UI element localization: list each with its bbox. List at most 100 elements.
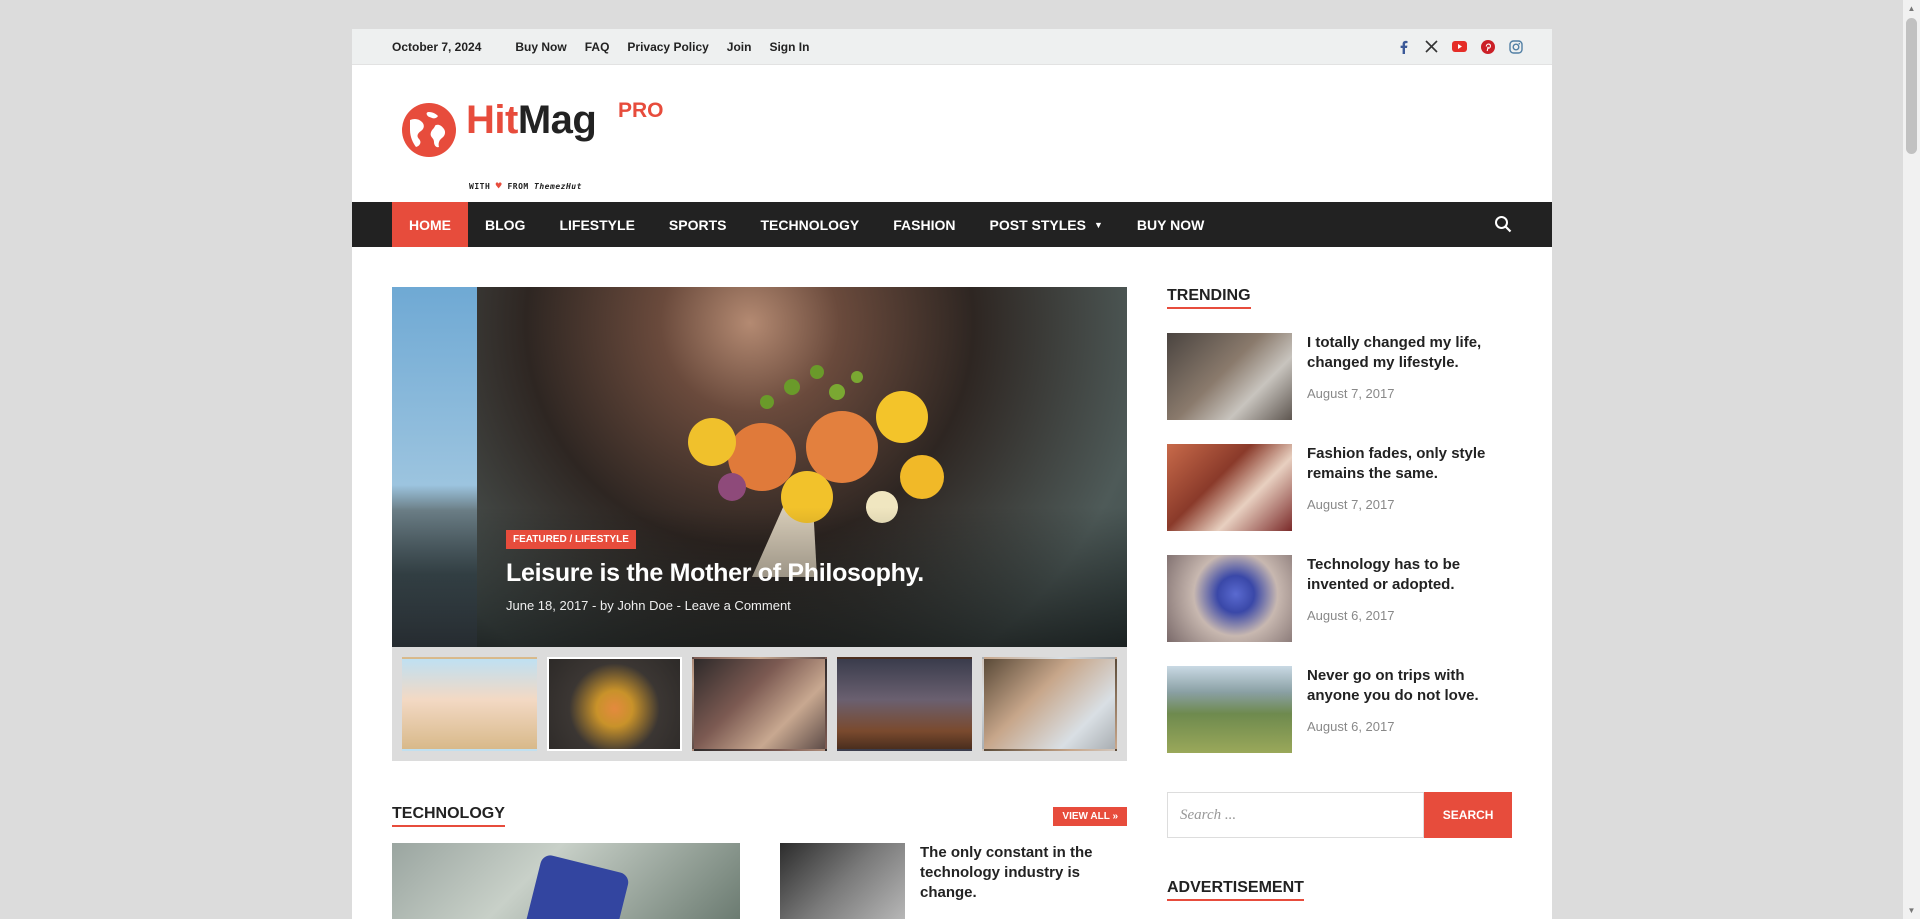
section-title-trending: Trending <box>1167 287 1251 309</box>
nav-label: Lifestyle <box>559 216 635 233</box>
tagline-from: FROM <box>507 182 529 191</box>
pinterest-icon[interactable] <box>1480 39 1495 54</box>
sidebar: Trending I totally changed my life, chan… <box>1167 287 1512 901</box>
top-link-join[interactable]: Join <box>727 40 752 54</box>
nav-item-fashion[interactable]: Fashion <box>876 202 972 247</box>
nav-label: Post Styles <box>989 216 1086 233</box>
trending-item: Technology has to be invented or adopted… <box>1167 555 1512 642</box>
tech-post-thumbnail[interactable] <box>780 843 905 919</box>
trending-text: I totally changed my life, changed my li… <box>1307 333 1512 420</box>
trending-thumbnail[interactable] <box>1167 555 1292 642</box>
scroll-down-icon[interactable]: ▼ <box>1903 902 1920 919</box>
trending-date: August 7, 2017 <box>1307 386 1395 401</box>
caret-down-icon: ▼ <box>1093 219 1103 230</box>
facebook-icon[interactable] <box>1396 39 1411 54</box>
trending-text: Technology has to be invented or adopted… <box>1307 555 1512 642</box>
slider-thumbnail[interactable] <box>692 657 827 751</box>
slide-date[interactable]: June 18, 2017 <box>506 598 588 613</box>
slide-comments-link[interactable]: Leave a Comment <box>685 598 791 613</box>
nav-label: Blog <box>485 216 526 233</box>
top-link-privacy-policy[interactable]: Privacy Policy <box>627 40 708 54</box>
trending-date: August 6, 2017 <box>1307 719 1395 734</box>
search-input[interactable]: Search ... <box>1167 792 1425 838</box>
section-title-technology: Technology <box>392 805 505 827</box>
nav-item-buy-now[interactable]: Buy Now <box>1120 202 1221 247</box>
logo-hit: Hit <box>466 98 518 142</box>
trending-title[interactable]: Technology has to be invented or adopted… <box>1307 555 1512 595</box>
nav-item-home[interactable]: Home <box>392 202 468 247</box>
current-date: October 7, 2024 <box>392 39 482 54</box>
nav-label: Home <box>409 216 451 233</box>
trending-title[interactable]: Fashion fades, only style remains the sa… <box>1307 444 1512 484</box>
trending-thumbnail[interactable] <box>1167 444 1292 531</box>
trending-title[interactable]: I totally changed my life, changed my li… <box>1307 333 1512 373</box>
site-header: HitMag PRO WITH ♥ FROM ThemezHut <box>352 65 1552 202</box>
site-logo-text[interactable]: HitMag <box>466 98 597 143</box>
nav-item-lifestyle[interactable]: Lifestyle <box>542 202 651 247</box>
nav-item-blog[interactable]: Blog <box>468 202 542 247</box>
scrollbar-thumb[interactable] <box>1906 18 1917 154</box>
trending-title[interactable]: Never go on trips with anyone you do not… <box>1307 666 1512 706</box>
top-link-buy-now[interactable]: Buy Now <box>515 40 566 54</box>
tech-post-title[interactable]: The only constant in the technology indu… <box>920 843 1110 919</box>
featured-slider[interactable]: Featured / Lifestyle Leisure is the Moth… <box>392 287 1127 647</box>
trending-date: August 6, 2017 <box>1307 608 1395 623</box>
trending-date: August 7, 2017 <box>1307 497 1395 512</box>
meta-separator: - <box>592 598 600 613</box>
slider-thumbnail[interactable] <box>547 657 682 751</box>
technology-posts: The only constant in the technology indu… <box>392 843 1127 919</box>
nav-label: Buy Now <box>1136 216 1205 233</box>
page-scrollbar[interactable]: ▲ ▼ <box>1903 0 1920 919</box>
search-button[interactable]: Search <box>1424 792 1512 838</box>
tagline-with: WITH <box>469 182 491 191</box>
trending-text: Fashion fades, only style remains the sa… <box>1307 444 1512 531</box>
scroll-up-icon[interactable]: ▲ <box>1903 0 1920 17</box>
trending-item: Fashion fades, only style remains the sa… <box>1167 444 1512 531</box>
nav-label: Fashion <box>893 216 956 233</box>
tech-featured-image[interactable] <box>392 843 740 919</box>
youtube-icon[interactable] <box>1452 39 1467 54</box>
search-icon[interactable] <box>1494 215 1512 233</box>
page-container: October 7, 2024 Buy Now FAQ Privacy Poli… <box>352 29 1552 919</box>
phone-image <box>523 853 631 919</box>
sidebar-search-form: Search ... Search <box>1167 792 1512 838</box>
nav-label: Sports <box>668 216 727 233</box>
slider-thumbnail[interactable] <box>837 657 972 751</box>
trending-thumbnail[interactable] <box>1167 333 1292 420</box>
section-title-advertisement: Advertisement <box>1167 879 1304 901</box>
social-links <box>1396 39 1523 54</box>
main-navigation: Home Blog Lifestyle Sports Technology Fa… <box>352 202 1552 247</box>
top-link-faq[interactable]: FAQ <box>585 40 610 54</box>
top-link-sign-in[interactable]: Sign In <box>769 40 809 54</box>
top-links: Buy Now FAQ Privacy Policy Join Sign In <box>515 40 809 54</box>
trending-thumbnail[interactable] <box>1167 666 1292 753</box>
nav-item-sports[interactable]: Sports <box>652 202 744 247</box>
heart-icon: ♥ <box>495 181 503 192</box>
logo-pro-badge: PRO <box>618 99 664 122</box>
instagram-icon[interactable] <box>1508 39 1523 54</box>
main-content: Featured / Lifestyle Leisure is the Moth… <box>392 287 1127 919</box>
nav-item-post-styles[interactable]: Post Styles ▼ <box>973 202 1120 247</box>
slide-meta: June 18, 2017 - by John Doe - Leave a Co… <box>506 598 791 613</box>
tagline-brand: ThemezHut <box>534 182 582 191</box>
nav-label: Technology <box>760 216 860 233</box>
slide-category-badge[interactable]: Featured / Lifestyle <box>506 530 636 549</box>
tech-post-item: The only constant in the technology indu… <box>780 843 1110 919</box>
slider-thumbnail[interactable] <box>982 657 1117 751</box>
top-bar: October 7, 2024 Buy Now FAQ Privacy Poli… <box>352 29 1552 65</box>
view-all-label: View All <box>1062 810 1110 822</box>
trending-text: Never go on trips with anyone you do not… <box>1307 666 1512 753</box>
meta-separator: - <box>676 598 685 613</box>
double-chevron-right-icon: » <box>1112 810 1118 822</box>
logo-tagline: WITH ♥ FROM ThemezHut <box>469 181 582 192</box>
globe-logo-icon[interactable] <box>402 103 456 157</box>
nav-item-technology[interactable]: Technology <box>743 202 876 247</box>
slider-thumbnail[interactable] <box>402 657 537 751</box>
trending-item: Never go on trips with anyone you do not… <box>1167 666 1512 753</box>
trending-item: I totally changed my life, changed my li… <box>1167 333 1512 420</box>
slide-author[interactable]: by John Doe <box>600 598 673 613</box>
slide-title[interactable]: Leisure is the Mother of Philosophy. <box>506 559 924 588</box>
technology-section-header: Technology View All » <box>392 803 1127 829</box>
x-icon[interactable] <box>1424 39 1439 54</box>
view-all-button[interactable]: View All » <box>1053 806 1127 826</box>
